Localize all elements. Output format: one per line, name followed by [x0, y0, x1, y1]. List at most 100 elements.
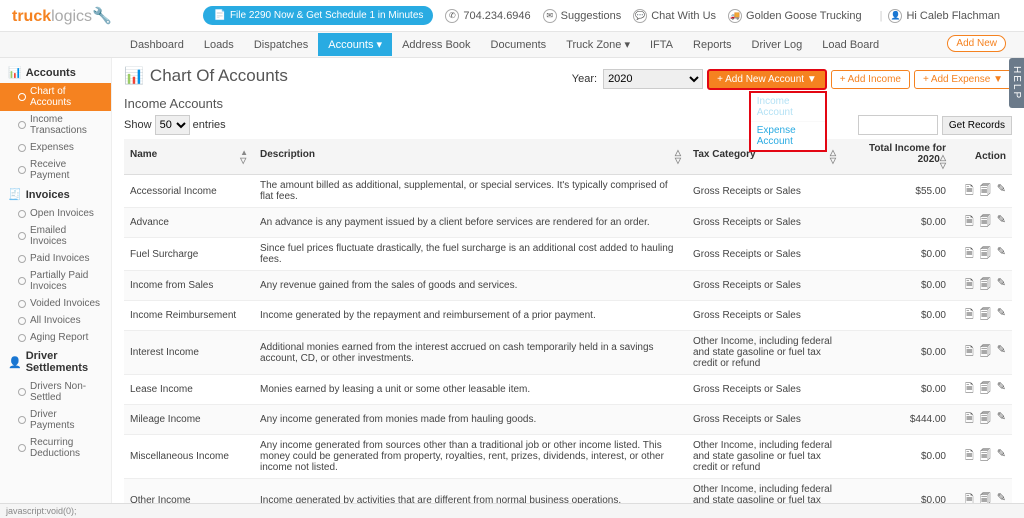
suggestions-link[interactable]: ✉Suggestions [543, 9, 622, 23]
status-bar: javascript:void(0); [0, 503, 1024, 518]
cell-name: Lease Income [124, 375, 254, 405]
dropdown-income-account[interactable]: Income Account [751, 93, 825, 122]
view-icon[interactable]: 🗎 [965, 182, 974, 201]
sidebar-settlements[interactable]: 👤 Driver Settlements [0, 346, 111, 378]
menu-reports[interactable]: Reports [683, 34, 742, 56]
cell-amount: $0.00 [842, 331, 952, 375]
income-search-input[interactable] [858, 115, 938, 135]
edit-icon[interactable]: ✎ [997, 245, 1006, 264]
sidebar-nonsettled[interactable]: Drivers Non-Settled [0, 378, 111, 406]
view-icon[interactable]: 🗎 [965, 410, 974, 429]
export-icon[interactable]: 🗐 [980, 213, 991, 232]
sidebar-all-inv[interactable]: All Invoices [0, 312, 111, 329]
cell-desc: The amount billed as additional, supplem… [254, 175, 687, 208]
edit-icon[interactable]: ✎ [997, 182, 1006, 201]
file-2290-banner[interactable]: 📄 File 2290 Now & Get Schedule 1 in Minu… [203, 6, 433, 25]
truck-icon: 🚚 [728, 9, 742, 23]
menu-addressbook[interactable]: Address Book [392, 34, 480, 56]
table-row: Mileage Income Any income generated from… [124, 405, 1012, 435]
sidebar-aging[interactable]: Aging Report [0, 329, 111, 346]
edit-icon[interactable]: ✎ [997, 306, 1006, 325]
add-income-button[interactable]: + Add Income [831, 70, 910, 89]
add-new-account-button[interactable]: + Add New Account ▼ [707, 69, 827, 90]
cell-tax: Gross Receipts or Sales [687, 405, 842, 435]
add-expense-button[interactable]: + Add Expense ▼ [914, 70, 1012, 89]
sidebar-expenses[interactable]: Expenses [0, 139, 111, 156]
user-link[interactable]: 👤Hi Caleb Flachman [888, 9, 1000, 23]
sidebar-chart-of-accounts[interactable]: Chart of Accounts [0, 83, 111, 111]
menu-documents[interactable]: Documents [481, 34, 557, 56]
cell-tax: Gross Receipts or Sales [687, 301, 842, 331]
export-icon[interactable]: 🗐 [980, 182, 991, 201]
dropdown-expense-account[interactable]: Expense Account [751, 122, 825, 150]
year-select[interactable]: 2020 [603, 69, 703, 89]
view-icon[interactable]: 🗎 [965, 245, 974, 264]
view-icon[interactable]: 🗎 [965, 343, 974, 362]
cell-name: Accessorial Income [124, 175, 254, 208]
table-row: Interest Income Additional monies earned… [124, 331, 1012, 375]
income-get-records[interactable]: Get Records [942, 116, 1012, 135]
view-icon[interactable]: 🗎 [965, 306, 974, 325]
sidebar-emailed-inv[interactable]: Emailed Invoices [0, 222, 111, 250]
add-new-button[interactable]: Add New [947, 35, 1006, 52]
cell-desc: Additional monies earned from the intere… [254, 331, 687, 375]
sidebar-accounts[interactable]: 📊 Accounts [0, 62, 111, 83]
col-name[interactable]: Name▲▽ [124, 139, 254, 175]
logo[interactable]: trucklogics🔧 [12, 6, 112, 26]
menu-dispatches[interactable]: Dispatches [244, 34, 318, 56]
export-icon[interactable]: 🗐 [980, 276, 991, 295]
col-desc[interactable]: Description△▽ [254, 139, 687, 175]
chat-link[interactable]: 💬Chat With Us [633, 9, 716, 23]
sidebar-voided-inv[interactable]: Voided Invoices [0, 295, 111, 312]
sidebar-recurring[interactable]: Recurring Deductions [0, 434, 111, 462]
edit-icon[interactable]: ✎ [997, 447, 1006, 466]
edit-icon[interactable]: ✎ [997, 276, 1006, 295]
export-icon[interactable]: 🗐 [980, 245, 991, 264]
menu-ifta[interactable]: IFTA [640, 34, 683, 56]
income-table: Name▲▽ Description△▽ Tax Category△▽ Tota… [124, 139, 1012, 518]
entries-label: entries [193, 119, 226, 131]
cell-tax: Gross Receipts or Sales [687, 375, 842, 405]
help-tab[interactable]: HELP [1009, 58, 1024, 108]
page-title: Chart Of Accounts [150, 66, 288, 86]
view-icon[interactable]: 🗎 [965, 380, 974, 399]
edit-icon[interactable]: ✎ [997, 410, 1006, 429]
edit-icon[interactable]: ✎ [997, 213, 1006, 232]
sidebar-income-trans[interactable]: Income Transactions [0, 111, 111, 139]
suggestion-icon: ✉ [543, 9, 557, 23]
sidebar: 📊 Accounts Chart of Accounts Income Tran… [0, 58, 112, 518]
sidebar-invoices[interactable]: 🧾 Invoices [0, 184, 111, 205]
chat-icon: 💬 [633, 9, 647, 23]
export-icon[interactable]: 🗐 [980, 447, 991, 466]
chart-icon: 📊 [124, 66, 144, 86]
sidebar-paid-inv[interactable]: Paid Invoices [0, 250, 111, 267]
edit-icon[interactable]: ✎ [997, 343, 1006, 362]
menu-loadboard[interactable]: Load Board [812, 34, 889, 56]
export-icon[interactable]: 🗐 [980, 306, 991, 325]
col-total[interactable]: Total Income for 2020△▽ [842, 139, 952, 175]
view-icon[interactable]: 🗎 [965, 276, 974, 295]
view-icon[interactable]: 🗎 [965, 447, 974, 466]
cell-name: Interest Income [124, 331, 254, 375]
menu-dashboard[interactable]: Dashboard [120, 34, 194, 56]
export-icon[interactable]: 🗐 [980, 410, 991, 429]
cell-amount: $0.00 [842, 238, 952, 271]
sidebar-receive-payment[interactable]: Receive Payment [0, 156, 111, 184]
phone-icon: ✆ [445, 9, 459, 23]
sidebar-open-inv[interactable]: Open Invoices [0, 205, 111, 222]
view-icon[interactable]: 🗎 [965, 213, 974, 232]
menu-truckzone[interactable]: Truck Zone ▾ [556, 33, 640, 56]
company-link[interactable]: 🚚Golden Goose Trucking [728, 9, 862, 23]
phone-link[interactable]: ✆704.234.6946 [445, 9, 530, 23]
sidebar-driver-pay[interactable]: Driver Payments [0, 406, 111, 434]
main-menu: Dashboard Loads Dispatches Accounts ▾ Ad… [0, 32, 1024, 58]
income-perpage[interactable]: 50 [155, 115, 190, 135]
export-icon[interactable]: 🗐 [980, 380, 991, 399]
menu-loads[interactable]: Loads [194, 34, 244, 56]
menu-driverlog[interactable]: Driver Log [742, 34, 813, 56]
export-icon[interactable]: 🗐 [980, 343, 991, 362]
cell-name: Advance [124, 208, 254, 238]
edit-icon[interactable]: ✎ [997, 380, 1006, 399]
sidebar-partial-inv[interactable]: Partially Paid Invoices [0, 267, 111, 295]
menu-accounts[interactable]: Accounts ▾ [318, 33, 392, 56]
